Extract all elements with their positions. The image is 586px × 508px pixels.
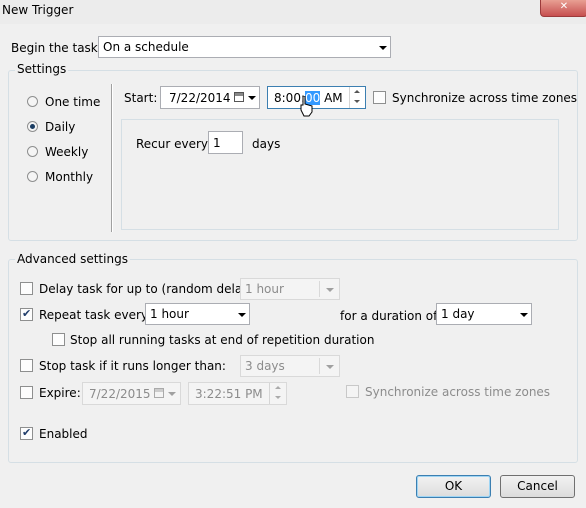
window-title: New Trigger	[2, 3, 74, 17]
expire-date-picker[interactable]: 7/22/2015	[82, 382, 181, 405]
mouse-cursor-icon	[300, 96, 313, 117]
sync-time-zones-checkbox[interactable]	[373, 91, 386, 104]
duration-dropdown[interactable]: 1 day	[436, 303, 532, 325]
stop-longer-checkbox[interactable]	[20, 359, 33, 372]
enabled-label: Enabled	[39, 427, 88, 441]
spin-down-icon[interactable]	[354, 100, 360, 103]
delay-value: 1 hour	[245, 282, 284, 296]
calendar-icon	[154, 388, 164, 398]
dropdown-divider	[319, 358, 320, 374]
start-date-picker[interactable]: 7/22/2014	[160, 86, 260, 109]
dropdown-arrow-icon	[326, 365, 334, 369]
stop-longer-label: Stop task if it runs longer than:	[39, 359, 226, 373]
dropdown-arrow-icon	[238, 313, 246, 317]
close-icon: ✕	[559, 1, 569, 12]
stop-longer-dropdown[interactable]: 3 days	[240, 355, 340, 377]
sync-time-zones-label: Synchronize across time zones	[392, 91, 578, 105]
begin-task-dropdown[interactable]: On a schedule	[98, 36, 391, 58]
dropdown-divider	[319, 281, 320, 297]
expire-time-value: 3:22:51 PM	[195, 387, 263, 401]
dropdown-arrow-icon	[248, 96, 256, 100]
recur-panel	[121, 119, 559, 230]
close-button[interactable]: ✕	[540, 0, 586, 17]
recur-every-value: 1	[213, 136, 221, 150]
title-bar	[0, 0, 586, 24]
expire-checkbox[interactable]	[20, 386, 33, 399]
expire-time-spinner[interactable]	[269, 383, 287, 404]
radio-one-time[interactable]	[27, 96, 38, 107]
stop-all-label: Stop all running tasks at end of repetit…	[70, 333, 375, 347]
spin-down-icon[interactable]	[275, 396, 281, 399]
calendar-icon	[234, 92, 244, 102]
repeat-label: Repeat task every:	[39, 308, 152, 322]
dropdown-arrow-icon	[326, 288, 334, 292]
stop-all-checkbox[interactable]	[52, 333, 65, 346]
settings-legend: Settings	[15, 62, 69, 76]
radio-one-time-label: One time	[45, 95, 101, 109]
radio-weekly[interactable]	[27, 146, 38, 157]
start-date-value: 7/22/2014	[169, 91, 231, 105]
radio-weekly-label: Weekly	[45, 145, 89, 159]
recur-every-input[interactable]: 1	[208, 131, 243, 154]
begin-task-value: On a schedule	[103, 40, 189, 54]
dropdown-arrow-icon	[520, 313, 528, 317]
radio-monthly[interactable]	[27, 171, 38, 182]
spin-up-icon[interactable]	[354, 90, 360, 93]
radio-monthly-label: Monthly	[45, 170, 94, 184]
settings-separator	[111, 84, 113, 232]
delay-checkbox[interactable]	[20, 282, 33, 295]
checkmark-icon: ✔	[22, 426, 32, 439]
repeat-interval-value: 1 hour	[150, 307, 189, 321]
enabled-checkbox[interactable]: ✔	[20, 426, 33, 440]
delay-dropdown[interactable]: 1 hour	[240, 278, 340, 300]
ok-button[interactable]: OK	[416, 475, 491, 498]
expire-time-input[interactable]: 3:22:51 PM	[188, 382, 287, 405]
begin-task-label: Begin the task:	[11, 41, 102, 55]
repeat-checkbox[interactable]: ✔	[20, 307, 33, 321]
radio-daily[interactable]	[27, 121, 38, 132]
start-label: Start:	[124, 91, 158, 105]
expire-date-value: 7/22/2015	[89, 387, 151, 401]
start-time-spinner[interactable]	[349, 87, 366, 108]
expire-label: Expire:	[39, 386, 81, 400]
duration-value: 1 day	[441, 307, 475, 321]
cancel-button[interactable]: Cancel	[500, 475, 575, 498]
delay-label: Delay task for up to (random delay):	[39, 282, 259, 296]
dropdown-arrow-icon	[168, 392, 176, 396]
advanced-settings-legend: Advanced settings	[15, 252, 130, 266]
spin-up-icon[interactable]	[275, 386, 281, 389]
radio-daily-label: Daily	[45, 120, 76, 134]
repeat-interval-dropdown[interactable]: 1 hour	[145, 303, 250, 325]
stop-longer-value: 3 days	[245, 359, 285, 373]
recur-every-label: Recur every:	[136, 137, 212, 151]
expire-sync-checkbox[interactable]	[346, 385, 359, 398]
start-time-input[interactable]: 8:00:00 AM	[267, 86, 366, 109]
dropdown-arrow-icon	[379, 46, 387, 50]
recur-unit-label: days	[252, 137, 281, 151]
duration-label: for a duration of:	[340, 309, 441, 323]
expire-sync-label: Synchronize across time zones	[365, 385, 551, 399]
checkmark-icon: ✔	[22, 307, 32, 320]
